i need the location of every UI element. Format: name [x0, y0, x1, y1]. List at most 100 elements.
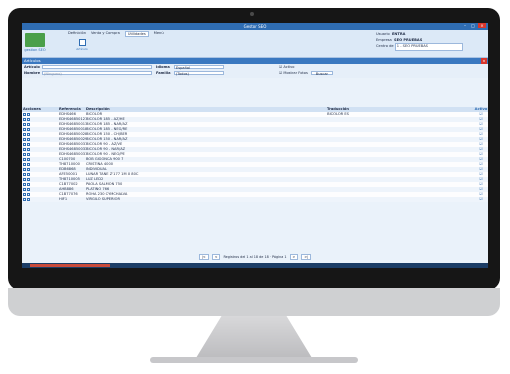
view-icon[interactable] [23, 138, 26, 141]
view-icon[interactable] [23, 178, 26, 181]
tool-label: Artículo [76, 47, 88, 51]
articulo-input[interactable] [42, 65, 152, 69]
activo-checkbox[interactable]: ☑ Activo [279, 65, 294, 69]
articulo-label: Artículo [24, 65, 40, 69]
logo-icon [25, 33, 45, 47]
menu-tab[interactable]: Venta y Compra [91, 31, 120, 37]
edit-icon[interactable] [27, 193, 30, 196]
filter-panel: Artículo Idioma Español ☑ Activo Nombre … [22, 64, 488, 78]
first-page-button[interactable]: |< [198, 254, 209, 260]
nombre-input[interactable]: (Ninguno) [42, 71, 152, 76]
window-controls: – □ × [462, 23, 486, 28]
last-page-button[interactable]: >| [301, 254, 312, 260]
edit-icon[interactable] [27, 158, 30, 161]
edit-icon[interactable] [27, 113, 30, 116]
edit-icon[interactable] [27, 168, 30, 171]
nombre-label: Nombre [24, 71, 41, 75]
view-icon[interactable] [23, 188, 26, 191]
pagination: |< < Registros del 1 al 18 de 18 · Págin… [22, 254, 488, 260]
view-icon[interactable] [23, 123, 26, 126]
app-screen: Gestor SEO – □ × gestion SEO Definición … [22, 23, 488, 268]
idioma-label: Idioma [156, 65, 170, 69]
edit-icon[interactable] [27, 153, 30, 156]
table-row[interactable]: HIF1 VIRGILO SUPERIOR ☑ [22, 197, 488, 202]
view-icon[interactable] [23, 128, 26, 131]
view-icon[interactable] [23, 163, 26, 166]
taskbar-item[interactable] [30, 264, 110, 267]
app-logo: gestion SEO [24, 31, 46, 55]
edit-icon[interactable] [27, 178, 30, 181]
monitor-stand [196, 316, 312, 358]
session-info: Usuario ENTRA Empresa SEO PRUEBAS Centro… [376, 32, 463, 51]
view-icon[interactable] [23, 183, 26, 186]
view-icon[interactable] [23, 158, 26, 161]
view-icon[interactable] [23, 173, 26, 176]
activo-label: Activo [283, 65, 295, 69]
workplace-label: Centro de [376, 44, 394, 48]
view-icon[interactable] [23, 118, 26, 121]
view-icon[interactable] [23, 168, 26, 171]
workplace-select[interactable]: 1 - SEO PRUEBAS [394, 43, 463, 51]
cell-referencia: HIF1 [59, 197, 68, 201]
section-title: Artículos [24, 58, 41, 63]
edit-icon[interactable] [27, 143, 30, 146]
user-value: ENTRA [391, 32, 406, 36]
user-label: Usuario [376, 32, 390, 36]
edit-icon[interactable] [27, 128, 30, 131]
cell-activo-checkbox: ☑ [479, 197, 483, 201]
cell-traduccion [202, 197, 474, 202]
edit-icon[interactable] [27, 163, 30, 166]
edit-icon[interactable] [27, 173, 30, 176]
edit-icon[interactable] [27, 148, 30, 151]
window-titlebar: Gestor SEO – □ × [22, 23, 488, 30]
view-icon[interactable] [23, 113, 26, 116]
edit-icon[interactable] [27, 188, 30, 191]
view-icon[interactable] [23, 143, 26, 146]
filter-row-1: Artículo Idioma Español ☑ Activo [24, 65, 294, 70]
row-actions [22, 197, 58, 202]
menu-tab-active[interactable]: Utilidades [124, 31, 149, 37]
window-title: Gestor SEO [243, 24, 267, 29]
articulo-tool-button[interactable]: Artículo [74, 39, 90, 51]
cell-descripcion: VIRGILO SUPERIOR [86, 197, 120, 201]
menu-tab[interactable]: Definición [68, 31, 86, 37]
mostrar-fotos-checkbox[interactable]: ☑ Mostrar Fotos [279, 71, 308, 75]
menu-tab[interactable]: Menú [154, 31, 164, 37]
edit-icon[interactable] [27, 183, 30, 186]
familia-label: Familia [156, 71, 171, 75]
idioma-select[interactable]: Español [174, 65, 224, 70]
document-icon [78, 39, 86, 46]
filter-row-2: Nombre (Ninguno) Familia (Todos) ☑ Mostr… [24, 71, 333, 76]
monitor-foot [150, 357, 358, 363]
menu-tabs: Definición Venta y Compra Utilidades Men… [68, 31, 164, 37]
monitor-chin [8, 288, 500, 316]
view-icon[interactable] [23, 133, 26, 136]
ribbon: gestion SEO Definición Venta y Compra Ut… [22, 30, 488, 58]
logo-text: gestion SEO [24, 48, 46, 52]
company-label: Empresa [376, 37, 392, 42]
familia-select[interactable]: (Todos) [174, 71, 224, 76]
next-page-button[interactable]: > [289, 254, 299, 260]
edit-icon[interactable] [27, 123, 30, 126]
edit-icon[interactable] [27, 118, 30, 121]
edit-icon[interactable] [27, 133, 30, 136]
webcam-icon [250, 12, 254, 16]
pagination-info: Registros del 1 al 18 de 18 · Página 1 [223, 255, 287, 259]
view-icon[interactable] [23, 193, 26, 196]
view-icon[interactable] [23, 198, 26, 201]
prev-page-button[interactable]: < [211, 254, 221, 260]
mostrar-fotos-label: Mostrar Fotos [283, 71, 308, 75]
edit-icon[interactable] [27, 198, 30, 201]
minimize-button[interactable]: – [462, 23, 468, 28]
company-value: SEO PRUEBAS [394, 37, 423, 42]
view-icon[interactable] [23, 153, 26, 156]
taskbar [22, 263, 488, 268]
articles-table: Acciones Referencia Descripción Traducci… [22, 107, 488, 202]
maximize-button[interactable]: □ [470, 23, 476, 28]
device-photo: Gestor SEO – □ × gestion SEO Definición … [0, 0, 510, 374]
view-icon[interactable] [23, 148, 26, 151]
edit-icon[interactable] [27, 138, 30, 141]
table-body: EDHS466 BICOLOR BICOLOR ES ☑ EDHS46850127 BIC… [22, 112, 488, 202]
buscar-button[interactable]: Buscar [310, 71, 333, 76]
close-button[interactable]: × [478, 23, 486, 28]
